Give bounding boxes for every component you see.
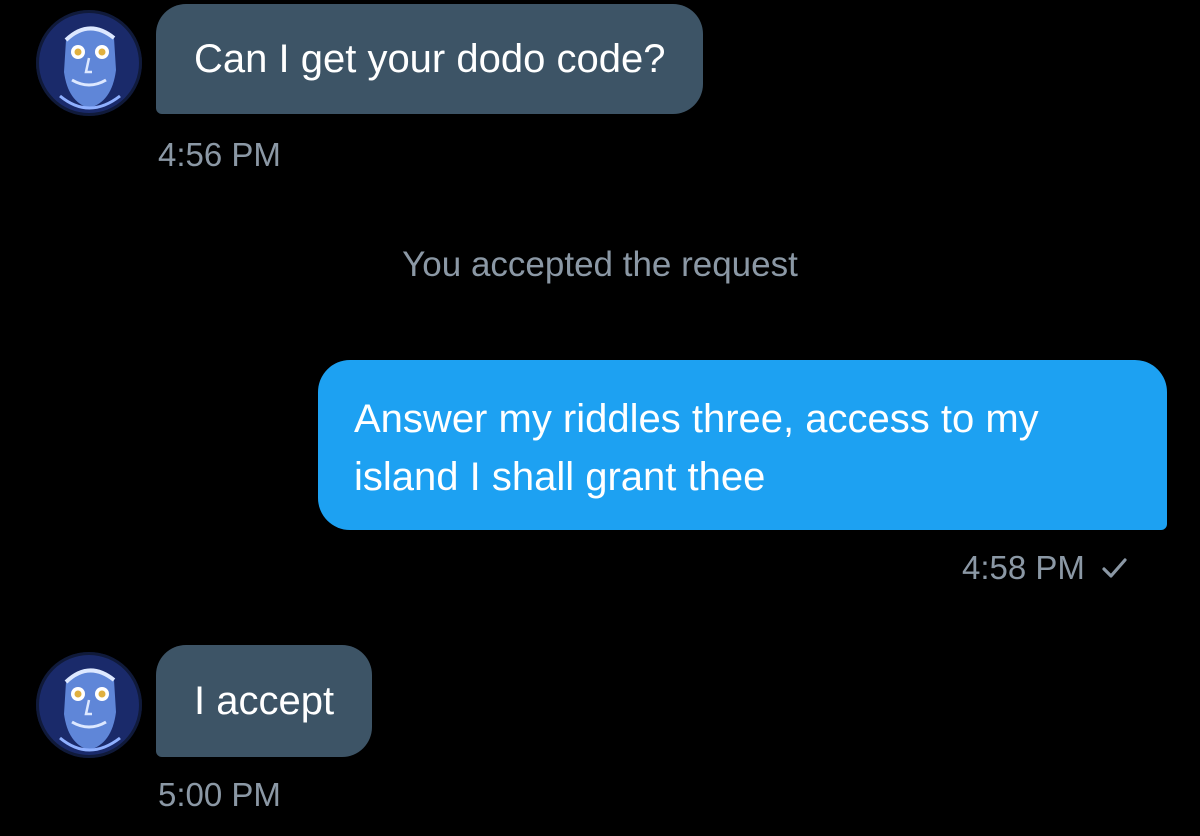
avatar-image bbox=[36, 652, 142, 758]
avatar-image bbox=[36, 10, 142, 116]
message-timestamp: 5:00 PM bbox=[158, 776, 281, 813]
message-thread: Can I get your dodo code? 4:56 PM You ac… bbox=[0, 0, 1200, 836]
message-timestamp: 4:56 PM bbox=[158, 136, 281, 173]
message-status: 4:58 PM bbox=[962, 548, 1129, 588]
request-accepted-notice: You accepted the request bbox=[402, 245, 798, 284]
message-text: I accept bbox=[194, 679, 335, 723]
message-bubble-incoming[interactable]: Can I get your dodo code? bbox=[156, 4, 704, 114]
sender-avatar[interactable] bbox=[36, 652, 142, 758]
sender-avatar[interactable] bbox=[36, 10, 142, 116]
message-bubble-outgoing[interactable]: Answer my riddles three, access to my is… bbox=[318, 360, 1167, 530]
message-text: Answer my riddles three, access to my is… bbox=[354, 397, 1039, 499]
message-text: Can I get your dodo code? bbox=[194, 37, 666, 81]
check-icon bbox=[1099, 553, 1129, 583]
message-bubble-incoming[interactable]: I accept bbox=[156, 645, 373, 757]
message-timestamp: 4:58 PM bbox=[962, 549, 1085, 586]
